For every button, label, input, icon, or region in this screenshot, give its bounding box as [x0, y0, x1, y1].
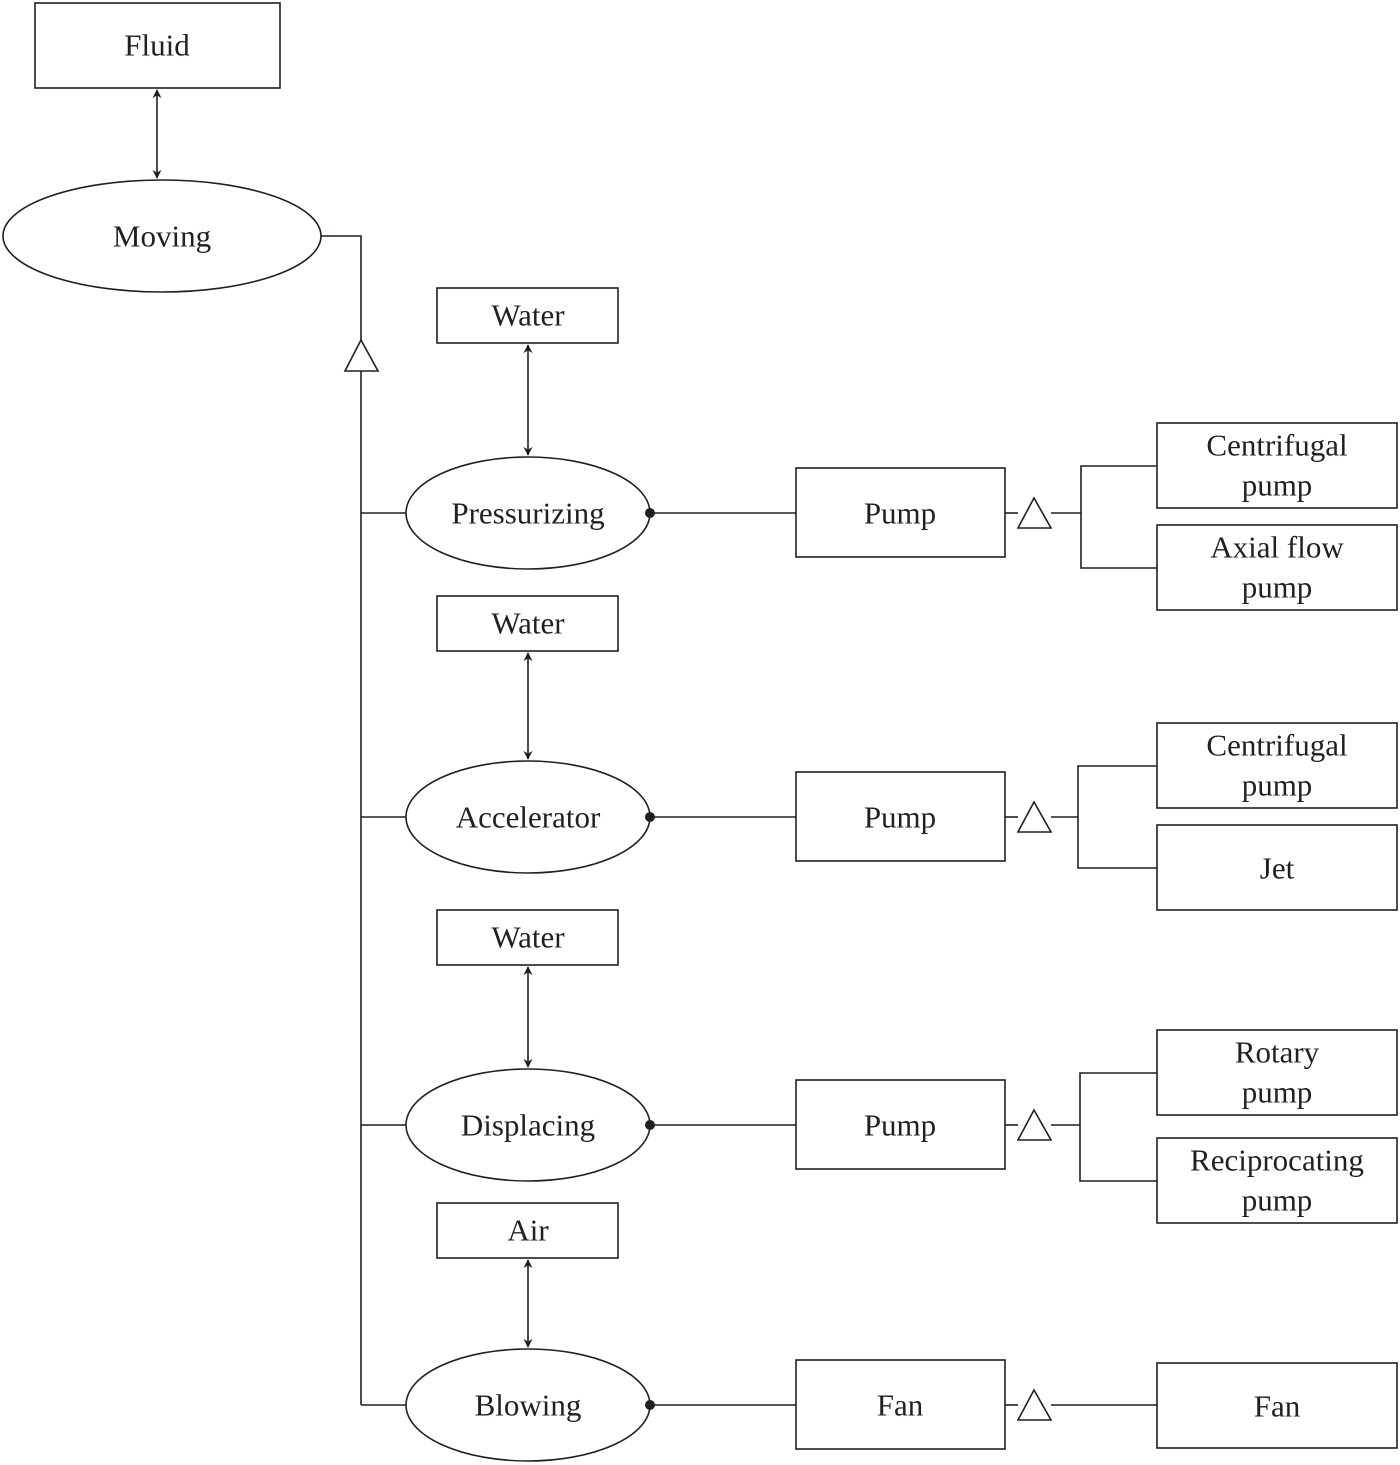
branch-accelerator: Water Accelerator Pump Centrifugal pump Jet [361, 595, 1398, 911]
device-label: Pump [864, 800, 936, 835]
type-label: pump [1242, 1183, 1313, 1218]
device-label: Pump [864, 496, 936, 531]
generalization-triangle [1016, 1108, 1053, 1141]
type-label: Rotary [1235, 1035, 1320, 1070]
input-label: Air [507, 1213, 549, 1248]
type-label: pump [1242, 570, 1313, 605]
type-label: pump [1242, 1075, 1313, 1110]
bracket-line [1077, 765, 1157, 869]
function-label: Pressurizing [451, 496, 604, 531]
bracket-line [1080, 465, 1157, 569]
input-label: Water [491, 606, 565, 641]
association-dot [645, 508, 655, 518]
device-label: Fan [877, 1388, 924, 1423]
device-label: Pump [864, 1108, 936, 1143]
root-group: Fluid Moving [2, 2, 380, 1405]
function-label: Displacing [461, 1108, 595, 1143]
function-label: Accelerator [456, 800, 601, 835]
association-dot [645, 1400, 655, 1410]
generalization-triangle [1016, 496, 1053, 529]
fluid-label: Fluid [124, 28, 190, 63]
generalization-triangle [343, 338, 380, 372]
association-dot [645, 1120, 655, 1130]
branch-blowing: Air Blowing Fan Fan [361, 1202, 1398, 1462]
association-dot [645, 812, 655, 822]
type-label: pump [1242, 468, 1313, 503]
generalization-triangle [1016, 1388, 1053, 1421]
connector-line [321, 235, 362, 340]
bracket-line [1079, 1072, 1157, 1182]
type-label: Centrifugal [1206, 728, 1347, 763]
type-label: Jet [1260, 851, 1295, 886]
type-label: Reciprocating [1190, 1143, 1364, 1178]
type-label: pump [1242, 768, 1313, 803]
type-label: Fan [1254, 1389, 1301, 1424]
generalization-triangle [1016, 800, 1053, 833]
branch-pressurizing: Water Pressurizing Pump Centrifugal pump Axia… [361, 287, 1398, 611]
function-label: Blowing [475, 1388, 582, 1423]
type-label: Axial flow [1210, 530, 1344, 565]
moving-label: Moving [113, 219, 211, 254]
type-label: Centrifugal [1206, 428, 1347, 463]
fluid-moving-diagram: Fluid Moving Water Pressurizing Pump Centri… [2, 2, 1398, 1462]
input-label: Water [491, 298, 565, 333]
input-label: Water [491, 920, 565, 955]
branch-displacing: Water Displacing Pump Rotary pump Reciprocati… [361, 909, 1398, 1224]
